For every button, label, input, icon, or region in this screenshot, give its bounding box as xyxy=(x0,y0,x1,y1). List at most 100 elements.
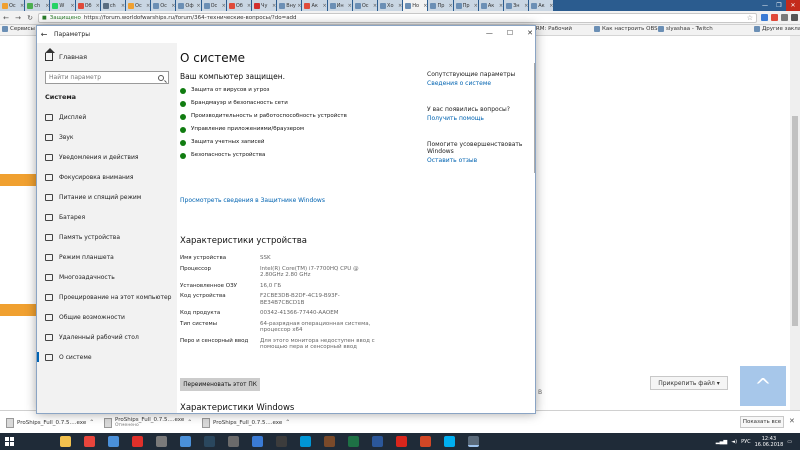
photo-icon[interactable] xyxy=(252,436,263,447)
chrome-icon[interactable] xyxy=(84,436,95,447)
spec-value[interactable]: F2CBE3DB-B2DF-4C19-B93F-BE34B7CBCD1B xyxy=(260,293,380,306)
download-item[interactable]: ProShips_Full_0.7.5....exe ⌃ xyxy=(202,415,290,430)
close-icon[interactable]: ✕ xyxy=(786,0,800,11)
spec-value[interactable]: Для этого монитора недоступен ввод с пом… xyxy=(260,338,380,351)
tab-close-icon[interactable]: × xyxy=(146,3,150,9)
download-item[interactable]: ProShips_Full_0.7.5....exe ⌃ xyxy=(6,415,94,430)
acrobat-icon[interactable] xyxy=(396,436,407,447)
tab-close-icon[interactable]: × xyxy=(196,3,200,9)
browser-tab[interactable]: Об × xyxy=(75,0,100,11)
browser-tab[interactable]: Ин × xyxy=(327,0,352,11)
sidebar-item-focus-assist[interactable]: Фокусировка внимания xyxy=(37,167,177,187)
browser-tab[interactable]: Пр × xyxy=(428,0,453,11)
language-indicator[interactable]: РУС xyxy=(741,439,751,445)
forward-arrow-icon[interactable]: → xyxy=(14,14,22,22)
browser-tab[interactable]: Ак × xyxy=(478,0,504,11)
sidebar-item-power[interactable]: Питание и спящий режим xyxy=(37,187,177,207)
browser-tab[interactable]: Ос × xyxy=(352,0,378,11)
browser-tab[interactable]: Об × xyxy=(226,0,252,11)
browser-tab[interactable]: Ос × xyxy=(201,0,226,11)
obs-icon[interactable] xyxy=(276,436,287,447)
yandex-icon[interactable] xyxy=(132,436,143,447)
back-arrow-icon[interactable]: ← xyxy=(2,14,10,22)
maximize-icon[interactable]: ☐ xyxy=(507,29,513,37)
bookmark-item[interactable]: Как настроить OBS xyxy=(594,26,658,32)
network-icon[interactable]: ▂▄▆ xyxy=(716,439,728,445)
spec-value[interactable]: SSK xyxy=(260,255,380,262)
sidebar-item-storage[interactable]: Память устройства xyxy=(37,227,177,247)
spec-value[interactable]: 16,0 ГБ xyxy=(260,283,380,290)
media-icon[interactable] xyxy=(228,436,239,447)
app-icon[interactable] xyxy=(324,436,335,447)
mail-icon[interactable] xyxy=(180,436,191,447)
tab-close-icon[interactable]: × xyxy=(398,3,402,9)
tab-close-icon[interactable]: × xyxy=(272,3,276,9)
bookmark-item[interactable]: Другие закладки xyxy=(754,26,800,32)
scrollbar-thumb[interactable] xyxy=(792,116,798,326)
explorer-icon[interactable] xyxy=(60,436,71,447)
tab-close-icon[interactable]: × xyxy=(348,3,352,9)
close-icon[interactable]: ✕ xyxy=(789,417,795,425)
browser-tab[interactable]: ch × xyxy=(25,0,50,11)
tab-close-icon[interactable]: × xyxy=(222,3,226,9)
shield-app-icon[interactable] xyxy=(108,436,119,447)
tab-close-icon[interactable]: × xyxy=(373,3,377,9)
extension-icon[interactable] xyxy=(761,14,768,21)
feedback-link[interactable]: Оставить отзыв xyxy=(427,157,532,164)
browser-tab[interactable]: Ос × xyxy=(151,0,176,11)
browser-tab[interactable]: Хо × xyxy=(378,0,403,11)
settings-icon[interactable] xyxy=(468,436,479,447)
back-arrow-icon[interactable]: ← xyxy=(37,30,51,39)
hp-icon[interactable] xyxy=(300,436,311,447)
browser-tab[interactable]: Но × xyxy=(403,0,428,11)
windows-start-icon[interactable] xyxy=(5,437,14,446)
page-scrollbar[interactable] xyxy=(790,36,800,410)
reload-icon[interactable]: ↻ xyxy=(26,14,34,22)
browser-tab[interactable]: ch × xyxy=(100,0,126,11)
tab-close-icon[interactable]: × xyxy=(499,3,503,9)
volume-icon[interactable]: ◄) xyxy=(731,439,737,445)
rename-pc-button[interactable]: Переименовать этот ПК xyxy=(180,378,260,391)
extension-icon[interactable] xyxy=(771,14,778,21)
tab-close-icon[interactable]: × xyxy=(70,3,74,9)
browser-tab[interactable]: Внук× xyxy=(277,0,302,11)
sidebar-item-info[interactable]: О системе xyxy=(37,347,177,367)
tab-close-icon[interactable]: × xyxy=(423,3,427,9)
sidebar-item-sound[interactable]: Звук xyxy=(37,127,177,147)
sidebar-item-display[interactable]: Дисплей xyxy=(37,107,177,127)
browser-tab[interactable]: Ак × xyxy=(302,0,327,11)
notifications-icon[interactable]: ▭ xyxy=(787,439,792,445)
maximize-icon[interactable]: ❐ xyxy=(772,0,786,11)
close-icon[interactable]: ✕ xyxy=(527,29,533,37)
word-icon[interactable] xyxy=(372,436,383,447)
system-info-link[interactable]: Сведения о системе xyxy=(427,80,532,87)
calc-icon[interactable] xyxy=(156,436,167,447)
download-item[interactable]: ProShips_Full_0.7.5....exe Отменено ⌃ xyxy=(104,415,192,430)
browser-tab[interactable]: Чу × xyxy=(252,0,277,11)
tab-close-icon[interactable]: × xyxy=(96,3,100,9)
sidebar-item-shared-experiences[interactable]: Общие возможности xyxy=(37,307,177,327)
minimize-icon[interactable]: — xyxy=(486,29,493,37)
bookmark-item[interactable]: Сервисы xyxy=(2,26,35,32)
show-all-downloads-button[interactable]: Показать все xyxy=(740,416,784,428)
chevron-up-icon[interactable]: ⌃ xyxy=(187,419,192,426)
bookmark-item[interactable]: slyashaa - Twitch xyxy=(658,26,713,32)
tab-close-icon[interactable]: × xyxy=(322,3,326,9)
tab-close-icon[interactable]: × xyxy=(524,3,528,9)
sidebar-item-notifications[interactable]: Уведомления и действия xyxy=(37,147,177,167)
tab-close-icon[interactable]: × xyxy=(448,3,452,9)
spec-value[interactable]: 64-разрядная операционная система, проце… xyxy=(260,321,380,334)
skype-icon[interactable] xyxy=(444,436,455,447)
excel-icon[interactable] xyxy=(348,436,359,447)
search-icon[interactable] xyxy=(158,74,164,81)
tab-close-icon[interactable]: × xyxy=(171,3,175,9)
minimize-icon[interactable]: — xyxy=(758,0,772,11)
browser-tab[interactable]: Ос × xyxy=(0,0,25,11)
spec-value[interactable]: Intel(R) Core(TM) i7-7700HQ CPU @ 2.80GH… xyxy=(260,266,380,279)
tab-close-icon[interactable]: × xyxy=(474,3,478,9)
settings-scrollbar[interactable] xyxy=(534,63,535,173)
get-help-link[interactable]: Получить помощь xyxy=(427,115,532,122)
scroll-to-top-button[interactable]: ^ xyxy=(740,366,786,406)
powerpoint-icon[interactable] xyxy=(420,436,431,447)
tab-close-icon[interactable]: × xyxy=(297,3,301,9)
